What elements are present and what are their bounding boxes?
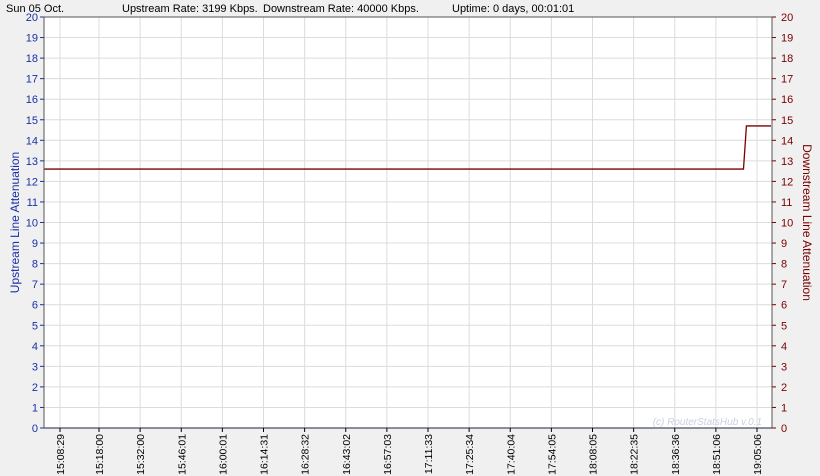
right-tick-label: 2 bbox=[781, 382, 787, 394]
x-tick-label: 16:28:32 bbox=[300, 434, 312, 475]
right-tick-label: 19 bbox=[781, 33, 793, 45]
right-tick-label: 8 bbox=[781, 259, 787, 271]
left-tick-label: 12 bbox=[26, 176, 38, 188]
right-tick-label: 11 bbox=[781, 197, 792, 209]
left-tick-label: 13 bbox=[26, 156, 38, 168]
left-tick-label: 0 bbox=[32, 423, 38, 435]
right-tick-label: 3 bbox=[781, 361, 787, 373]
x-tick-label: 17:25:34 bbox=[464, 434, 476, 475]
left-tick-label: 9 bbox=[32, 238, 38, 250]
x-axis: 15:08:29 15:18:00 15:32:00 15:46:01 16:00:01… bbox=[55, 428, 764, 475]
right-tick-label: 17 bbox=[781, 74, 793, 86]
right-tick-label: 7 bbox=[781, 279, 787, 291]
x-tick-label: 16:43:02 bbox=[341, 434, 353, 475]
x-tick-label: 16:14:31 bbox=[259, 434, 271, 475]
left-tick-label: 2 bbox=[32, 382, 38, 394]
left-tick-label: 4 bbox=[32, 341, 38, 353]
left-tick-label: 17 bbox=[26, 74, 38, 86]
left-tick-label: 15 bbox=[26, 115, 38, 127]
x-tick-label: 18:51:06 bbox=[711, 434, 723, 475]
x-tick-label: 15:08:29 bbox=[55, 434, 67, 475]
left-tick-label: 1 bbox=[32, 402, 38, 414]
right-tick-label: 10 bbox=[781, 218, 793, 230]
right-tick-label: 1 bbox=[781, 402, 787, 414]
right-axis-title: Downstream Line Attenuation bbox=[800, 144, 814, 301]
x-tick-label: 16:00:01 bbox=[217, 434, 229, 475]
left-tick-label: 20 bbox=[26, 12, 38, 24]
right-tick-label: 4 bbox=[781, 341, 787, 353]
x-tick-label: 17:54:05 bbox=[546, 434, 558, 475]
left-axis-title: Upstream Line Attenuation bbox=[8, 152, 22, 293]
x-tick-label: 17:40:04 bbox=[505, 434, 517, 475]
left-tick-label: 16 bbox=[26, 94, 38, 106]
right-tick-label: 18 bbox=[781, 53, 793, 65]
left-tick-label: 14 bbox=[26, 135, 38, 147]
right-tick-label: 0 bbox=[781, 423, 787, 435]
left-tick-label: 7 bbox=[32, 279, 38, 291]
x-tick-label: 15:32:00 bbox=[135, 434, 147, 475]
right-tick-label: 14 bbox=[781, 135, 793, 147]
right-tick-label: 6 bbox=[781, 300, 787, 312]
right-tick-label: 13 bbox=[781, 156, 793, 168]
right-tick-label: 9 bbox=[781, 238, 787, 250]
x-tick-label: 19:05:06 bbox=[752, 434, 764, 475]
x-tick-label: 15:18:00 bbox=[94, 434, 106, 475]
x-tick-label: 16:57:03 bbox=[382, 434, 394, 475]
left-tick-label: 19 bbox=[26, 33, 38, 45]
left-tick-label: 11 bbox=[27, 197, 38, 209]
x-tick-label: 18:36:36 bbox=[670, 434, 682, 475]
left-tick-label: 5 bbox=[32, 320, 38, 332]
right-tick-label: 5 bbox=[781, 320, 787, 332]
x-tick-label: 17:11:33 bbox=[423, 434, 435, 474]
attenuation-chart: 01234567891011121314151617181920 0123456… bbox=[8, 12, 814, 475]
left-axis: 01234567891011121314151617181920 bbox=[26, 12, 44, 435]
x-tick-label: 18:22:35 bbox=[629, 434, 641, 475]
left-tick-label: 8 bbox=[32, 259, 38, 271]
left-tick-label: 18 bbox=[26, 53, 38, 65]
right-tick-label: 16 bbox=[781, 94, 793, 106]
right-axis: 01234567891011121314151617181920 bbox=[772, 12, 793, 435]
left-tick-label: 3 bbox=[32, 361, 38, 373]
grid-lines bbox=[44, 16, 772, 429]
right-tick-label: 20 bbox=[781, 12, 793, 24]
left-tick-label: 6 bbox=[32, 300, 38, 312]
watermark: (c) RouterStatsHub v.0.1 bbox=[653, 417, 762, 428]
x-tick-label: 18:08:05 bbox=[588, 434, 600, 475]
x-tick-label: 15:46:01 bbox=[176, 434, 188, 475]
right-tick-label: 15 bbox=[781, 115, 793, 127]
right-tick-label: 12 bbox=[781, 176, 793, 188]
left-tick-label: 10 bbox=[26, 218, 38, 230]
